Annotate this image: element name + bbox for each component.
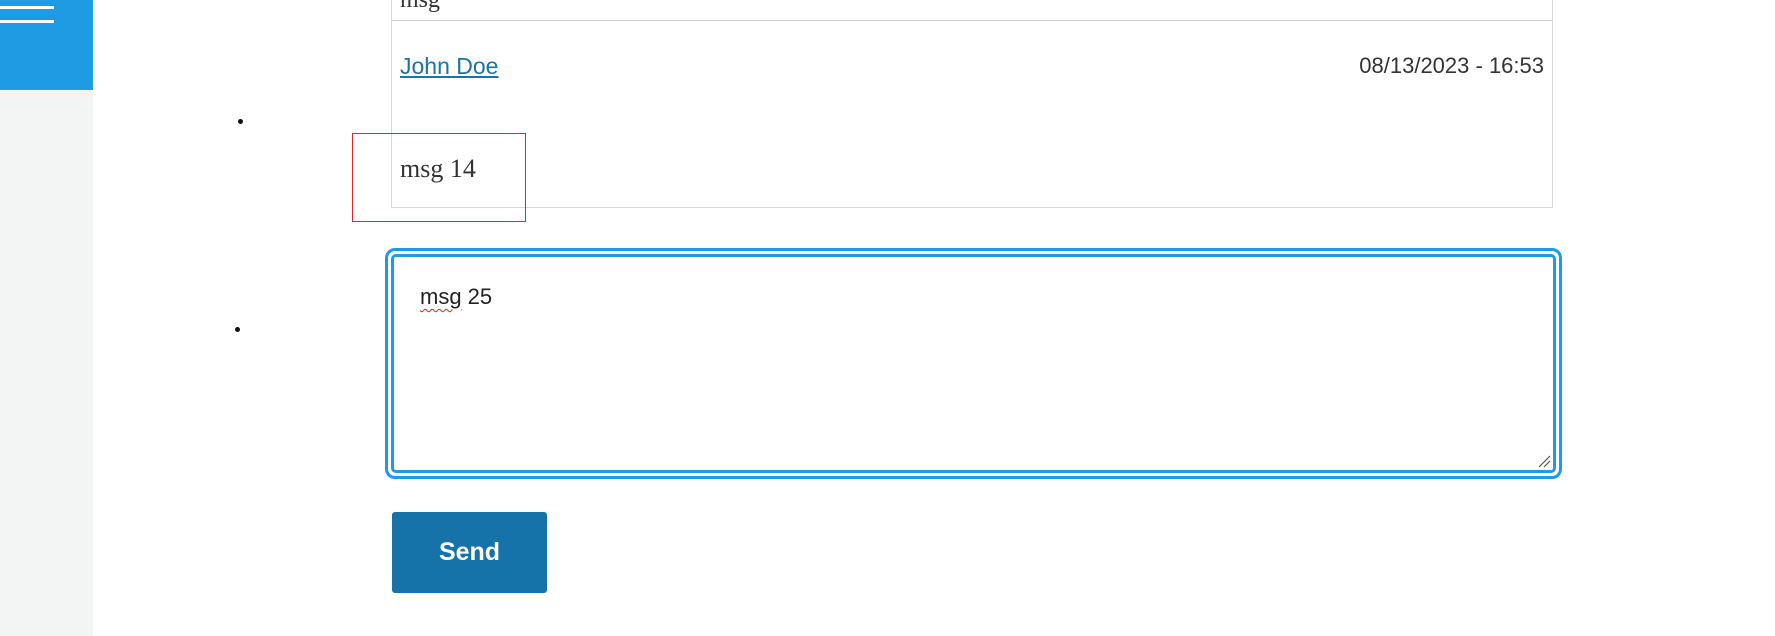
misspelled-word: msg	[420, 284, 462, 309]
highlight-box	[352, 133, 526, 222]
textarea-number: 25	[461, 284, 493, 309]
message-card: msg John Doe 08/13/2023 - 16:53 msg 14	[391, 0, 1553, 208]
sidebar	[0, 0, 93, 636]
list-bullet	[235, 327, 240, 332]
resize-handle-icon[interactable]	[1537, 454, 1551, 468]
send-button[interactable]: Send	[392, 512, 547, 593]
message-textarea-value: msg 25	[420, 284, 492, 310]
message-textarea[interactable]: msg 25	[391, 254, 1556, 473]
message-author-link[interactable]: John Doe	[400, 53, 498, 80]
menu-button[interactable]	[0, 0, 93, 90]
hamburger-menu-icon	[0, 0, 54, 30]
message-textarea-focus-ring: msg 25	[385, 248, 1562, 479]
message-timestamp: 08/13/2023 - 16:53	[1359, 53, 1544, 78]
previous-message-text: msg	[400, 0, 441, 13]
divider	[392, 20, 1552, 21]
list-bullet	[238, 119, 243, 124]
